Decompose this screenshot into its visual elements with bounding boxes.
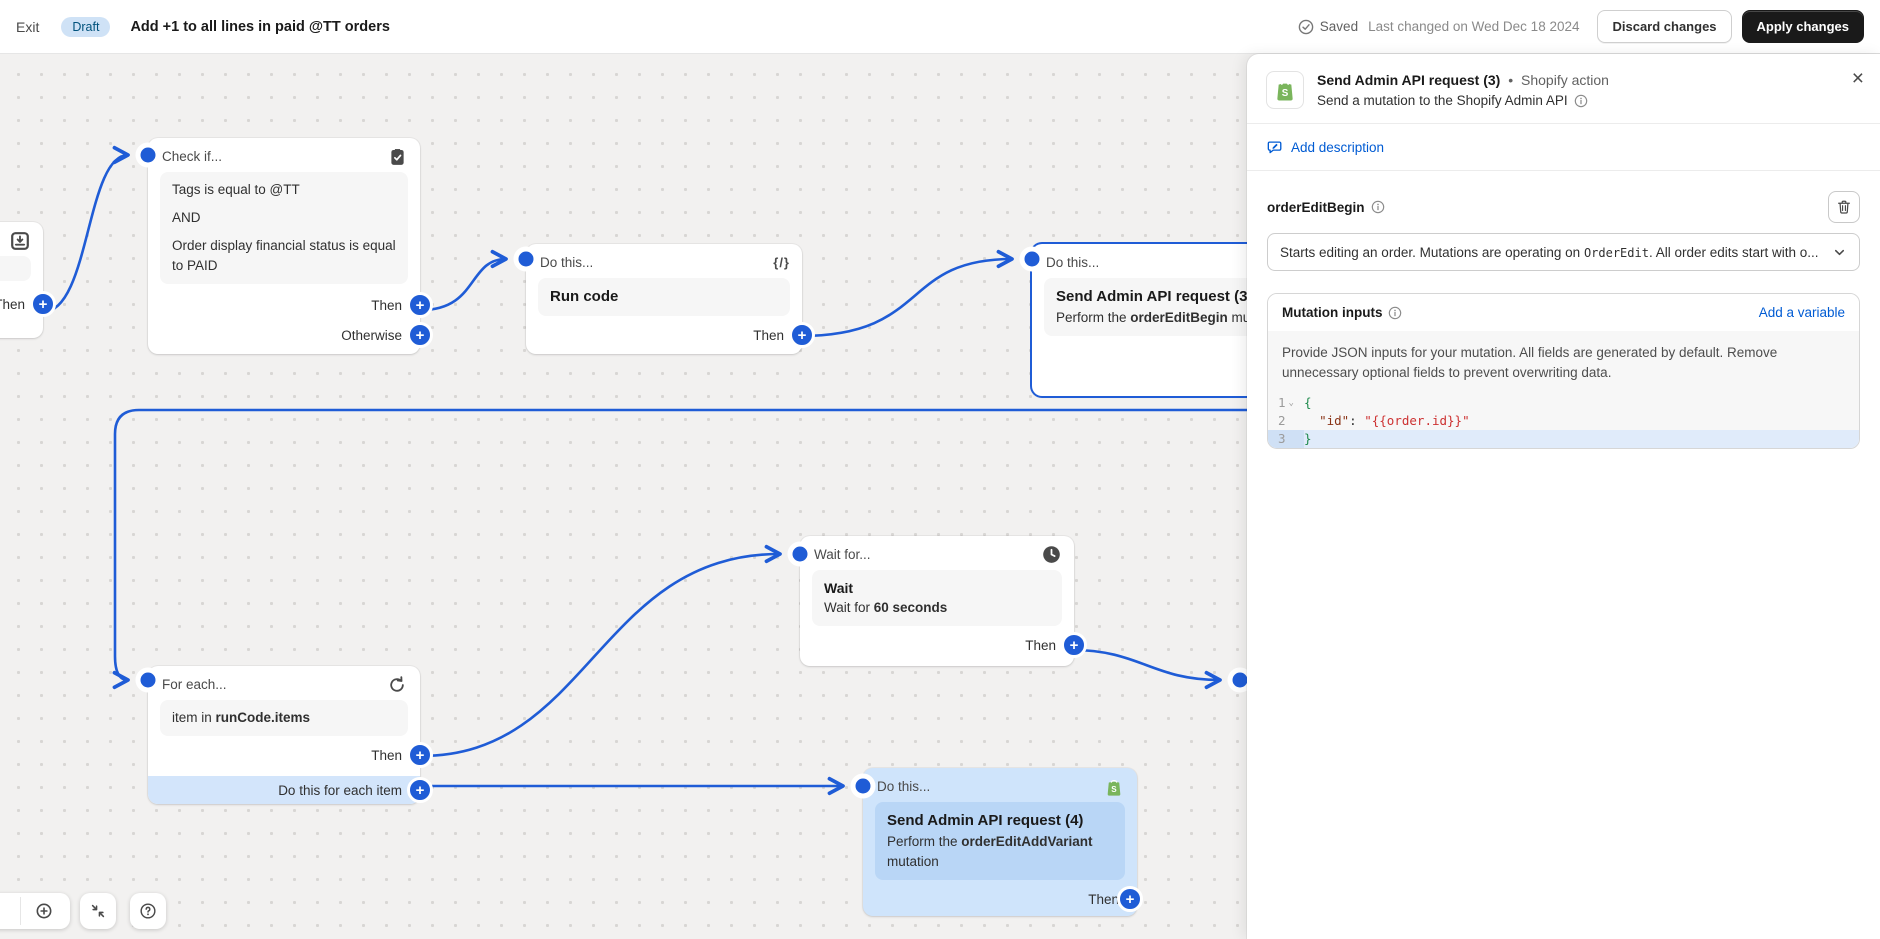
close-panel-button[interactable]: ×	[1852, 68, 1864, 89]
foreach-each-add-button[interactable]: +	[407, 777, 433, 803]
json-code-editor[interactable]: Provide JSON inputs for your mutation. A…	[1268, 331, 1859, 448]
check-then-add-button[interactable]: +	[407, 292, 433, 318]
run-code-title: Run code	[550, 286, 778, 308]
info-icon[interactable]	[1371, 200, 1385, 214]
exit-link[interactable]: Exit	[16, 19, 39, 35]
wait-node-header: Wait for...	[814, 547, 871, 562]
check-circle-icon	[1298, 19, 1314, 35]
for-each-desc: item in runCode.items	[172, 708, 396, 728]
foreach-then-add-button[interactable]: +	[407, 742, 433, 768]
check-otherwise-label: Otherwise	[341, 328, 402, 343]
comment-edit-icon	[1267, 139, 1283, 155]
code-icon: {/}	[773, 255, 790, 270]
condition-line: Tags is equal to @TT	[172, 180, 396, 200]
panel-action-type: Shopify action	[1521, 72, 1609, 88]
mutation-inputs-label: Mutation inputs	[1282, 305, 1382, 320]
check-then-label: Then	[371, 298, 402, 313]
mutation-summary-text: Starts editing an order. Mutations are o…	[1280, 245, 1823, 260]
foreach-each-label: Do this for each item	[278, 783, 402, 798]
code-line[interactable]: 2 "id": "{{order.id}}"	[1268, 412, 1859, 430]
send-admin-api-4-desc: Perform the orderEditAddVariant mutation	[887, 832, 1113, 872]
mutation-summary-expander[interactable]: Starts editing an order. Mutations are o…	[1267, 233, 1860, 271]
svg-text:S: S	[1282, 88, 1289, 99]
zoom-in-icon	[33, 900, 55, 922]
do-this-for-each-item-row[interactable]: Do this for each item +	[148, 776, 420, 804]
info-icon[interactable]	[1388, 306, 1402, 320]
fit-to-view-button[interactable]	[80, 893, 116, 929]
status-badge: Draft	[61, 17, 110, 37]
wait-then-label: Then	[1025, 638, 1056, 653]
check-otherwise-add-button[interactable]: +	[407, 322, 433, 348]
help-button[interactable]	[130, 893, 166, 929]
code-line-active[interactable]: 3 }	[1268, 430, 1859, 448]
loop-refresh-icon	[386, 674, 408, 696]
do4-then-label: Then	[1088, 892, 1119, 907]
chevron-down-icon	[1831, 244, 1847, 260]
trigger-node[interactable]: Then +	[0, 222, 43, 338]
code-line[interactable]: 1⌄ {	[1268, 394, 1859, 412]
apply-changes-button[interactable]: Apply changes	[1742, 10, 1864, 43]
shopify-bag-icon: S	[1103, 776, 1125, 798]
saved-status: Saved	[1320, 19, 1358, 34]
zoom-control-button[interactable]	[0, 893, 70, 929]
wait-then-add-button[interactable]: +	[1061, 632, 1087, 658]
run-then-add-button[interactable]: +	[789, 322, 815, 348]
condition-node-header: Check if...	[162, 149, 222, 164]
condition-operator: AND	[172, 208, 396, 228]
send-admin-api-3-header: Do this...	[1046, 255, 1099, 270]
top-bar: Exit Draft Add +1 to all lines in paid @…	[0, 0, 1880, 54]
clipboard-check-icon	[386, 146, 408, 168]
svg-text:S: S	[1111, 784, 1117, 793]
last-changed-text: Last changed on Wed Dec 18 2024	[1368, 19, 1579, 34]
add-variable-link[interactable]: Add a variable	[1759, 305, 1845, 320]
condition-line: Order display financial status is equal …	[172, 236, 396, 276]
delete-mutation-button[interactable]	[1828, 191, 1860, 223]
panel-subtitle: Send a mutation to the Shopify Admin API	[1317, 93, 1568, 108]
clock-icon	[1040, 544, 1062, 566]
for-each-node[interactable]: For each... item in runCode.items Then +…	[148, 666, 420, 804]
fit-to-view-icon	[87, 900, 109, 922]
condition-node[interactable]: Check if... Tags is equal to @TT AND Ord…	[148, 138, 420, 354]
for-each-node-header: For each...	[162, 677, 227, 692]
mutation-inputs-card: Mutation inputs Add a variable Provide J…	[1267, 293, 1860, 449]
discard-changes-button[interactable]: Discard changes	[1597, 10, 1731, 43]
panel-title: Send Admin API request (3)	[1317, 72, 1500, 88]
trigger-then-label: Then	[0, 297, 25, 312]
trigger-import-icon	[9, 230, 31, 252]
wait-title: Wait	[824, 578, 1050, 598]
mutation-name-label: orderEditBegin	[1267, 200, 1365, 215]
trash-icon	[1836, 199, 1852, 215]
send-admin-api-4-header: Do this...	[877, 779, 930, 794]
do4-then-add-button[interactable]: +	[1117, 886, 1143, 912]
action-config-panel: × S Send Admin API request (3) • Shopify…	[1247, 54, 1880, 939]
shopify-app-icon: S	[1266, 71, 1304, 109]
foreach-then-label: Then	[371, 748, 402, 763]
send-admin-api-4-title: Send Admin API request (4)	[887, 810, 1113, 832]
workflow-title: Add +1 to all lines in paid @TT orders	[130, 19, 389, 35]
wait-node[interactable]: Wait for... Wait Wait for 60 seconds The…	[800, 536, 1074, 666]
run-then-label: Then	[753, 328, 784, 343]
run-code-node[interactable]: Do this... {/} Run code Then +	[526, 244, 802, 354]
trigger-add-step-button[interactable]: +	[30, 291, 56, 317]
wait-desc: Wait for 60 seconds	[824, 598, 1050, 618]
send-admin-api-4-node[interactable]: Do this... S Send Admin API request (4) …	[863, 768, 1137, 916]
question-circle-icon	[137, 900, 159, 922]
add-description-link[interactable]: Add description	[1247, 124, 1880, 170]
info-icon[interactable]	[1574, 94, 1588, 108]
run-code-node-header: Do this...	[540, 255, 593, 270]
inputs-help-text: Provide JSON inputs for your mutation. A…	[1268, 331, 1859, 394]
